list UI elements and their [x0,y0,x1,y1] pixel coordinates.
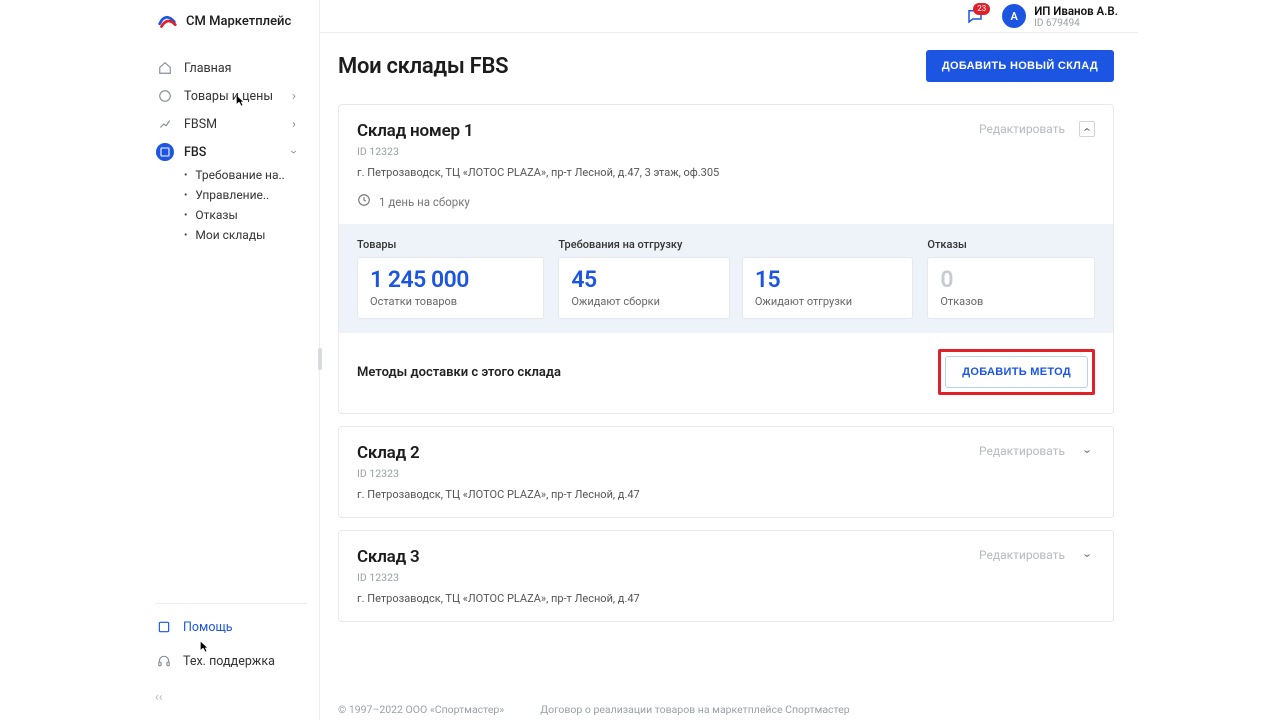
edit-link[interactable]: Редактировать [979,444,1065,458]
warehouse-card: Склад номер 1 ID 12323 г. Петрозаводск, … [338,104,1114,414]
sidebar-sub-label: Требование на.. [195,168,284,182]
brand[interactable]: СМ Маркетплейс [156,0,307,48]
sidebar-item-label: FBS [184,145,277,160]
chevron-double-left-icon: ‹‹ [155,690,163,705]
home-icon [156,59,174,77]
stats-head-tovary: Товары [357,238,544,251]
notifications-badge: 23 [973,3,990,15]
box-icon [156,143,174,161]
collapse-toggle[interactable]: › [1079,121,1095,137]
chevron-right-icon: › [287,117,301,131]
sidebar-item-home[interactable]: Главная [156,54,307,82]
sidebar-sub-label: Отказы [195,208,237,222]
stat-awaiting-build[interactable]: 45 Ожидают сборки [558,257,730,319]
avatar: A [1002,4,1026,28]
chevron-down-icon: › [287,145,301,159]
brand-logo-icon [156,10,178,32]
chevron-up-icon: › [1080,127,1095,131]
warehouse-address: г. Петрозаводск, ТЦ «ЛОТОС PLAZA», пр-т … [357,488,640,501]
sidebar-sub-requirements[interactable]: Требование на.. [184,168,307,182]
page-title: Мои склады FBS [338,54,508,79]
warehouse-card: Склад 3 ID 12323 г. Петрозаводск, ТЦ «ЛО… [338,530,1114,622]
help-icon [155,618,173,636]
expand-toggle[interactable]: › [1079,547,1095,563]
sidebar-item-label: Товары и цены [184,89,277,104]
tag-icon [156,87,174,105]
sidebar-sub-label: Мои склады [195,228,265,242]
collapse-sidebar[interactable]: ‹‹ [155,684,307,710]
edit-link[interactable]: Редактировать [979,122,1065,136]
stat-sub: Ожидают сборки [571,295,717,308]
tutorial-highlight: ДОБАВИТЬ МЕТОД [938,349,1095,395]
sidebar-item-products[interactable]: Товары и цены › [156,82,307,110]
sidebar-sub-label: Управление.. [195,188,269,202]
sidebar-sub-management[interactable]: Управление.. [184,188,307,202]
warehouse-title: Склад 2 [357,443,640,463]
sidebar-item-label: FBSM [184,117,277,132]
clock-icon [357,193,371,210]
warehouse-title: Склад номер 1 [357,121,719,141]
notifications-button[interactable]: 23 [964,5,986,27]
warehouse-id: ID 12323 [357,467,640,480]
user-menu[interactable]: A ИП Иванов А.В. ID 679494 [1002,4,1118,29]
sidebar-item-label: Главная [184,61,307,76]
warehouse-address: г. Петрозаводск, ТЦ «ЛОТОС PLAZA», пр-т … [357,166,719,179]
delivery-methods-title: Методы доставки с этого склада [357,365,561,380]
stats-head-treb: Требования на отгрузку [558,238,913,251]
expand-toggle[interactable]: › [1079,443,1095,459]
resize-handle[interactable] [318,348,322,370]
sidebar-item-fbsm[interactable]: FBSM › [156,110,307,138]
stats-band: Товары 1 245 000 Остатки товаров Требова… [339,224,1113,333]
warehouse-id: ID 12323 [357,571,640,584]
add-method-button[interactable]: ДОБАВИТЬ МЕТОД [945,356,1088,388]
user-name: ИП Иванов А.В. [1034,4,1118,18]
stat-sub: Остатки товаров [370,295,531,308]
user-id: ID 679494 [1034,18,1118,29]
sidebar-support[interactable]: Тех. поддержка [155,648,307,674]
warehouse-id: ID 12323 [357,145,719,158]
assembly-time: 1 день на сборку [379,195,470,209]
chevron-down-icon: › [1080,449,1095,453]
stat-remains[interactable]: 1 245 000 Остатки товаров [357,257,544,319]
stat-sub: Отказов [940,295,1082,308]
chevron-right-icon: › [287,89,301,103]
sidebar-support-label: Тех. поддержка [183,654,275,669]
runner-icon [156,115,174,133]
sidebar-help[interactable]: Помощь [155,614,307,640]
stat-value: 45 [571,268,717,291]
stats-head-otk: Отказы [927,238,1095,251]
brand-name: СМ Маркетплейс [186,14,291,29]
warehouse-address: г. Петрозаводск, ТЦ «ЛОТОС PLAZA», пр-т … [357,592,640,605]
stat-value: 1 245 000 [370,268,531,291]
headset-icon [155,652,173,670]
chevron-down-icon: › [1080,553,1095,557]
edit-link[interactable]: Редактировать [979,548,1065,562]
stat-sub: Ожидают отгрузки [755,295,901,308]
footer-contract-link[interactable]: Договор о реализации товаров на маркетпл… [540,703,849,716]
stat-value: 15 [755,268,901,291]
add-warehouse-button[interactable]: ДОБАВИТЬ НОВЫЙ СКЛАД [926,50,1114,82]
stat-value: 0 [940,268,1082,291]
footer-copyright: © 1997–2022 ООО «Спортмастер» [338,703,504,716]
sidebar-sub-refusals[interactable]: Отказы [184,208,307,222]
sidebar-help-label: Помощь [183,620,233,635]
warehouse-title: Склад 3 [357,547,640,567]
sidebar-sub-warehouses[interactable]: Мои склады [184,228,307,242]
stat-awaiting-ship[interactable]: 15 Ожидают отгрузки [742,257,914,319]
warehouse-card: Склад 2 ID 12323 г. Петрозаводск, ТЦ «ЛО… [338,426,1114,518]
footer: © 1997–2022 ООО «Спортмастер» Договор о … [338,703,1138,716]
stat-refusals[interactable]: 0 Отказов [927,257,1095,319]
sidebar-item-fbs[interactable]: FBS › [156,138,307,166]
